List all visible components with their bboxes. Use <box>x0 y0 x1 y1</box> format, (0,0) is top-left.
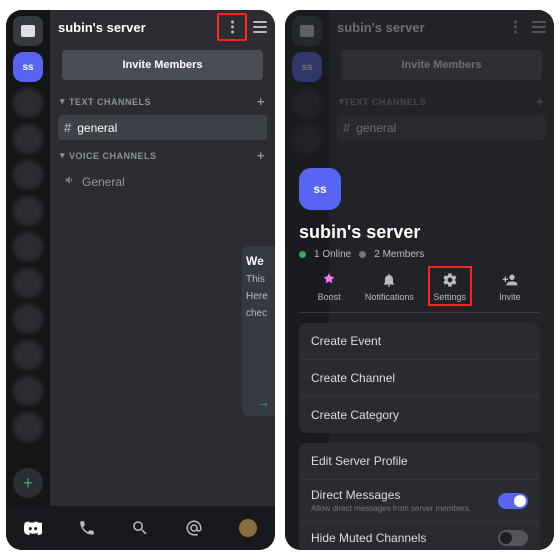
invite-icon <box>502 272 518 288</box>
members-dot-icon <box>359 251 366 258</box>
server-blur <box>13 268 43 298</box>
dm-switch[interactable] <box>498 493 528 509</box>
action-label: Notifications <box>365 292 414 302</box>
chevron-down-icon: ▾ <box>60 150 65 161</box>
chat-peek[interactable]: We This Here chec → <box>242 246 275 416</box>
members-count: 2 Members <box>374 249 424 260</box>
invite-members-button[interactable]: Invite Members <box>62 50 263 80</box>
server-status: 1 Online 2 Members <box>299 249 540 260</box>
more-options-highlight <box>217 13 247 41</box>
chevron-down-icon: ▾ <box>60 96 65 107</box>
create-channel-item[interactable]: Create Channel <box>299 360 540 397</box>
category-label: VOICE CHANNELS <box>69 151 157 161</box>
channel-label: General <box>82 175 125 189</box>
peek-line: Here <box>246 291 272 302</box>
action-row: Boost Notifications Settings Invite <box>299 272 540 313</box>
direct-messages-toggle-row[interactable]: Direct Messages Allow direct messages fr… <box>299 480 540 522</box>
notifications-button[interactable]: Notifications <box>359 272 419 302</box>
toggle-title: Hide Muted Channels <box>311 531 498 545</box>
online-count: 1 Online <box>314 249 351 260</box>
settings-card: Edit Server Profile Direct Messages Allo… <box>299 443 540 550</box>
bottom-nav <box>6 506 275 550</box>
server-blur <box>13 160 43 190</box>
search-icon[interactable] <box>131 519 149 537</box>
hide-muted-switch[interactable] <box>498 530 528 546</box>
create-card: Create Event Create Channel Create Categ… <box>299 323 540 433</box>
settings-button[interactable]: Settings <box>420 272 480 302</box>
server-blur <box>13 376 43 406</box>
profile-avatar[interactable] <box>239 519 257 537</box>
peek-line: This <box>246 274 272 285</box>
channel-general[interactable]: # general <box>58 115 267 140</box>
create-event-item[interactable]: Create Event <box>299 323 540 360</box>
boost-icon <box>321 272 337 288</box>
boost-button[interactable]: Boost <box>299 272 359 302</box>
toggle-subtitle: Allow direct messages from server member… <box>311 504 498 513</box>
bell-icon <box>381 272 397 288</box>
speaker-icon <box>64 174 76 189</box>
server-blur <box>13 124 43 154</box>
phone-left: ss + subin's server Invi <box>6 10 275 550</box>
server-blur <box>13 196 43 226</box>
toggle-title: Direct Messages <box>311 488 498 502</box>
settings-highlight <box>428 266 472 306</box>
category-voice-channels[interactable]: ▾ VOICE CHANNELS + <box>50 142 275 167</box>
server-blur <box>13 412 43 442</box>
hash-icon: # <box>64 120 71 135</box>
peek-line: chec <box>246 308 272 319</box>
invite-button[interactable]: Invite <box>480 272 540 302</box>
edit-server-profile-item[interactable]: Edit Server Profile <box>299 443 540 480</box>
server-blur <box>13 232 43 262</box>
server-blur <box>13 340 43 370</box>
online-dot-icon <box>299 251 306 258</box>
add-server-button[interactable]: + <box>13 468 43 498</box>
server-options-sheet: ss subin's server 1 Online 2 Members Boo… <box>285 168 554 550</box>
arrow-right-icon: → <box>256 394 270 410</box>
server-rail: ss + <box>6 10 50 506</box>
category-label: TEXT CHANNELS <box>69 97 151 107</box>
more-options-button[interactable] <box>221 16 243 38</box>
phone-right: ss subin's server Invite Members ▾TEXT C… <box>285 10 554 550</box>
server-blur <box>13 88 43 118</box>
server-topbar: subin's server <box>50 10 275 44</box>
sheet-server-name: subin's server <box>299 222 540 243</box>
discord-home-icon[interactable] <box>24 519 42 537</box>
add-text-channel-icon[interactable]: + <box>257 94 265 109</box>
action-label: Boost <box>318 292 341 302</box>
action-label: Invite <box>499 292 521 302</box>
hide-muted-toggle-row[interactable]: Hide Muted Channels <box>299 522 540 550</box>
add-voice-channel-icon[interactable]: + <box>257 148 265 163</box>
create-category-item[interactable]: Create Category <box>299 397 540 433</box>
dm-home-icon[interactable] <box>13 16 43 46</box>
server-badge: ss <box>299 168 341 210</box>
mentions-icon[interactable] <box>185 519 203 537</box>
channel-label: general <box>77 121 117 135</box>
drawer-menu-icon[interactable] <box>253 21 267 33</box>
server-blur <box>13 304 43 334</box>
server-name: subin's server <box>58 20 211 35</box>
category-text-channels[interactable]: ▾ TEXT CHANNELS + <box>50 88 275 113</box>
server-icon-ss[interactable]: ss <box>13 52 43 82</box>
voice-channel-general[interactable]: General <box>58 169 267 194</box>
calls-icon[interactable] <box>78 519 96 537</box>
welcome-heading: We <box>246 254 272 268</box>
